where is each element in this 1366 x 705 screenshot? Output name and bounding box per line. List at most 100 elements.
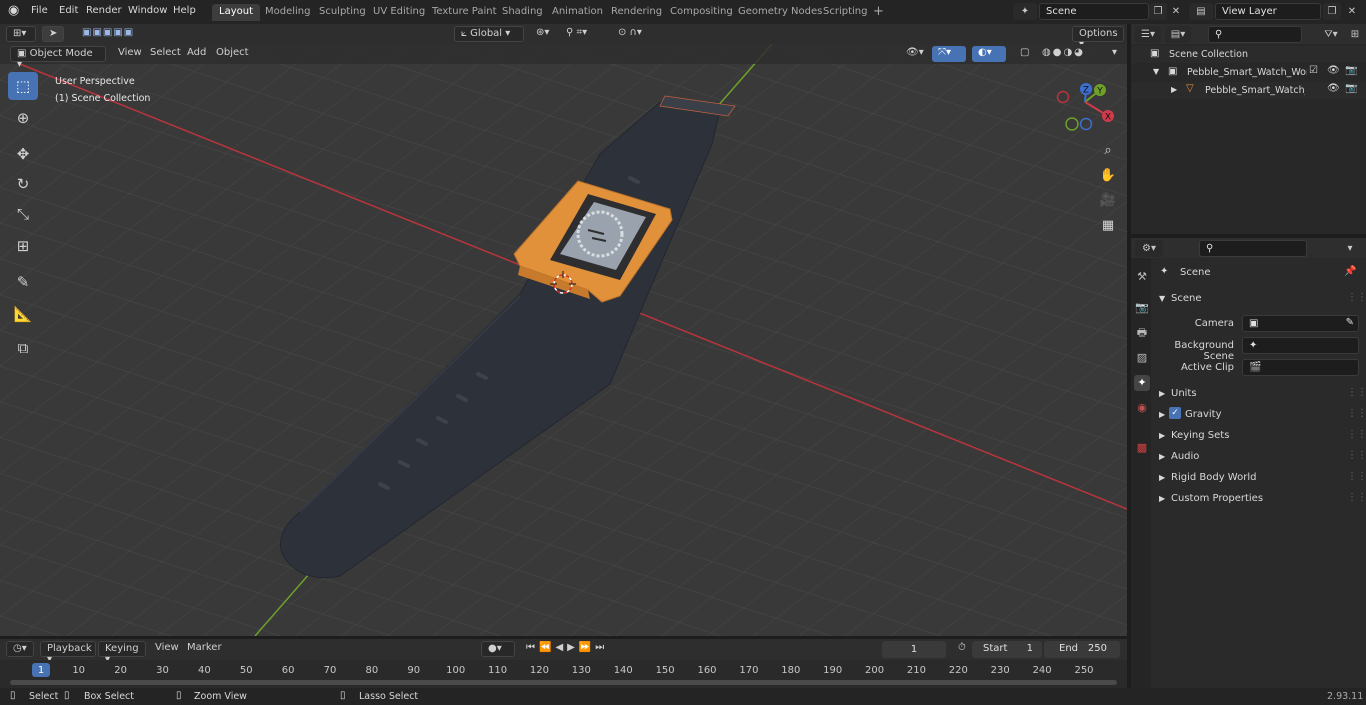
pin-icon[interactable]: 📌 [1344, 266, 1356, 277]
tab-texture-paint[interactable]: Texture Paint [425, 4, 504, 21]
view-layer-tab-icon[interactable]: ▨ [1134, 350, 1150, 366]
timeline-editor-type-icon[interactable]: ◷▾ [6, 641, 34, 657]
drag-handle-icon[interactable]: ⋮⋮ [1347, 387, 1366, 398]
pan-hand-icon[interactable]: ✋ [1097, 165, 1119, 187]
tab-animation[interactable]: Animation [545, 4, 610, 21]
drag-handle-icon[interactable]: ⋮⋮ [1347, 429, 1366, 440]
display-mode-icon[interactable]: ▤▾ [1165, 26, 1191, 43]
keying-sets-panel[interactable]: ▶ Keying Sets ⋮⋮ [1157, 429, 1366, 449]
menu-object[interactable]: Object [210, 46, 255, 62]
expand-arrow-icon[interactable]: ▼ [1153, 67, 1159, 76]
drag-handle-icon[interactable]: ⋮⋮ [1347, 292, 1366, 303]
new-view-layer-icon[interactable]: ❐ [1323, 3, 1341, 20]
tool-tab-icon[interactable]: ⚒ [1134, 269, 1150, 285]
outliner-editor-type-icon[interactable]: ☰▾ [1135, 26, 1161, 43]
pivot-point-icon[interactable]: ⊛▾ [530, 26, 554, 42]
tab-uv-editing[interactable]: UV Editing [366, 4, 432, 21]
background-scene-field[interactable]: ✦ [1242, 337, 1359, 354]
rigid-body-world-panel[interactable]: ▶ Rigid Body World ⋮⋮ [1157, 471, 1366, 491]
preview-range-icon[interactable]: ⏱ [952, 641, 972, 657]
rotate-tool-icon[interactable]: ↻ [8, 170, 38, 198]
scene-tab-icon[interactable]: ✦ [1134, 375, 1150, 391]
orthographic-toggle-icon[interactable]: ▦ [1097, 215, 1119, 237]
menu-file[interactable]: File [31, 5, 48, 16]
playback-controls[interactable]: ⏮⏪◀▶⏩⏭ [520, 641, 630, 657]
tweak-tool-icon[interactable]: ➤ [42, 26, 64, 42]
menu-render[interactable]: Render [86, 5, 122, 16]
audio-panel[interactable]: ▶ Audio ⋮⋮ [1157, 450, 1366, 470]
menu-view[interactable]: View [112, 46, 148, 62]
properties-search-input[interactable]: ⚲ [1199, 240, 1307, 257]
outliner-row[interactable]: ▼ ▣ Pebble_Smart_Watch_Works_ ☑ 👁 📷 [1131, 64, 1366, 81]
eyedropper-icon[interactable]: ✎ [1346, 317, 1354, 328]
render-tab-icon[interactable]: 📷 [1134, 300, 1150, 316]
editor-type-icon[interactable]: ⊞▾ [6, 26, 36, 42]
proportional-edit-icon[interactable]: ⊙ ∩▾ [612, 26, 658, 42]
playback-dropdown[interactable]: Playback ▾ [40, 641, 96, 665]
snap-icon[interactable]: ⚲ ⌗▾ [560, 26, 606, 42]
start-frame-field[interactable]: Start 1 [972, 641, 1042, 658]
menu-edit[interactable]: Edit [59, 5, 78, 16]
current-frame-field[interactable]: 1 [882, 641, 946, 658]
active-clip-field[interactable]: 🎬 [1242, 359, 1359, 376]
gravity-checkbox[interactable]: ✓ [1169, 407, 1181, 419]
mode-dropdown[interactable]: ▣ Object Mode ▾ [10, 46, 106, 70]
filter-icon[interactable]: ⛛▾ [1316, 26, 1346, 43]
gravity-panel[interactable]: ▶ ✓ Gravity ⋮⋮ [1157, 407, 1366, 428]
menu-window[interactable]: Window [128, 5, 167, 16]
camera-view-icon[interactable]: 🎥 [1097, 190, 1119, 212]
blender-logo-icon[interactable]: ◉ [8, 3, 19, 18]
tab-geometry-nodes[interactable]: Geometry Nodes [731, 4, 829, 21]
add-workspace-icon[interactable]: + [866, 4, 891, 21]
eye-icon[interactable]: 👁 [1327, 65, 1340, 76]
camera-field[interactable]: ▣ ✎ [1242, 315, 1359, 332]
timeline-marker-menu[interactable]: Marker [181, 641, 228, 657]
custom-properties-panel[interactable]: ▶ Custom Properties ⋮⋮ [1157, 492, 1366, 512]
scene-selector-icon[interactable]: ✦ [1013, 3, 1037, 20]
expand-arrow-icon[interactable]: ▶ [1171, 85, 1177, 94]
tab-sculpting[interactable]: Sculpting [312, 4, 373, 21]
delete-scene-icon[interactable]: ✕ [1167, 3, 1185, 20]
measure-tool-icon[interactable]: 📐 [8, 300, 38, 328]
outliner-row[interactable]: ▶ ▽ Pebble_Smart_Watch_Wc 👁 📷 [1131, 82, 1366, 99]
texture-tab-icon[interactable]: ▩ [1134, 440, 1150, 456]
scale-tool-icon[interactable]: ⤡ [8, 200, 38, 228]
tab-shading[interactable]: Shading [495, 4, 550, 21]
keying-dropdown[interactable]: Keying ▾ [98, 641, 146, 665]
end-frame-field[interactable]: End 250 [1044, 641, 1120, 658]
gizmo-toggle-icon[interactable]: ⤧▾ [932, 46, 966, 62]
timeline-scrollbar[interactable] [10, 680, 1117, 685]
zoom-icon[interactable]: ⌕ [1097, 140, 1119, 162]
xray-icon[interactable]: ▢ [1014, 46, 1032, 62]
transform-tool-icon[interactable]: ⊞ [8, 232, 38, 260]
scene-section-header[interactable]: ▼ Scene ⋮⋮ [1157, 292, 1366, 312]
view-layer-icon[interactable]: ▤ [1189, 3, 1213, 20]
camera-icon[interactable]: 📷 [1345, 65, 1357, 76]
drag-handle-icon[interactable]: ⋮⋮ [1347, 492, 1366, 503]
tab-modeling[interactable]: Modeling [258, 4, 318, 21]
properties-editor-type-icon[interactable]: ⚙▾ [1135, 240, 1163, 257]
options-dropdown[interactable]: Options ▾ [1072, 26, 1124, 50]
eye-icon[interactable]: 👁 [1327, 83, 1340, 94]
select-box-tool-icon[interactable]: ⬚ [8, 72, 38, 100]
scene-field[interactable]: Scene [1039, 3, 1149, 20]
timeline-area[interactable]: 1 10 20 30 40 50 60 70 80 90 100 110 120 130 140 150 160… [0, 660, 1127, 688]
outliner-row[interactable]: ▣ Scene Collection [1131, 46, 1366, 63]
menu-add[interactable]: Add [181, 46, 212, 62]
timeline-view-menu[interactable]: View [149, 641, 185, 657]
tab-compositing[interactable]: Compositing [663, 4, 740, 21]
output-tab-icon[interactable]: 🖶 [1134, 325, 1150, 341]
checkbox-icon[interactable]: ☑ [1309, 65, 1318, 76]
transform-orientation-dropdown[interactable]: ⟀ Global ▾ [454, 26, 524, 42]
new-scene-icon[interactable]: ❐ [1149, 3, 1167, 20]
selection-mode-icons[interactable]: ▣▣▣▣▣ [76, 26, 162, 42]
new-collection-icon[interactable]: ⊞ [1346, 26, 1364, 43]
drag-handle-icon[interactable]: ⋮⋮ [1347, 408, 1366, 419]
overlay-toggle-icon[interactable]: ◐▾ [972, 46, 1006, 62]
tab-layout[interactable]: Layout [212, 4, 260, 21]
tab-rendering[interactable]: Rendering [604, 4, 669, 21]
outliner-search-input[interactable]: ⚲ [1208, 26, 1302, 43]
add-cube-tool-icon[interactable]: ⧉ [8, 334, 38, 362]
visibility-icon[interactable]: 👁▾ [900, 46, 930, 62]
drag-handle-icon[interactable]: ⋮⋮ [1347, 450, 1366, 461]
